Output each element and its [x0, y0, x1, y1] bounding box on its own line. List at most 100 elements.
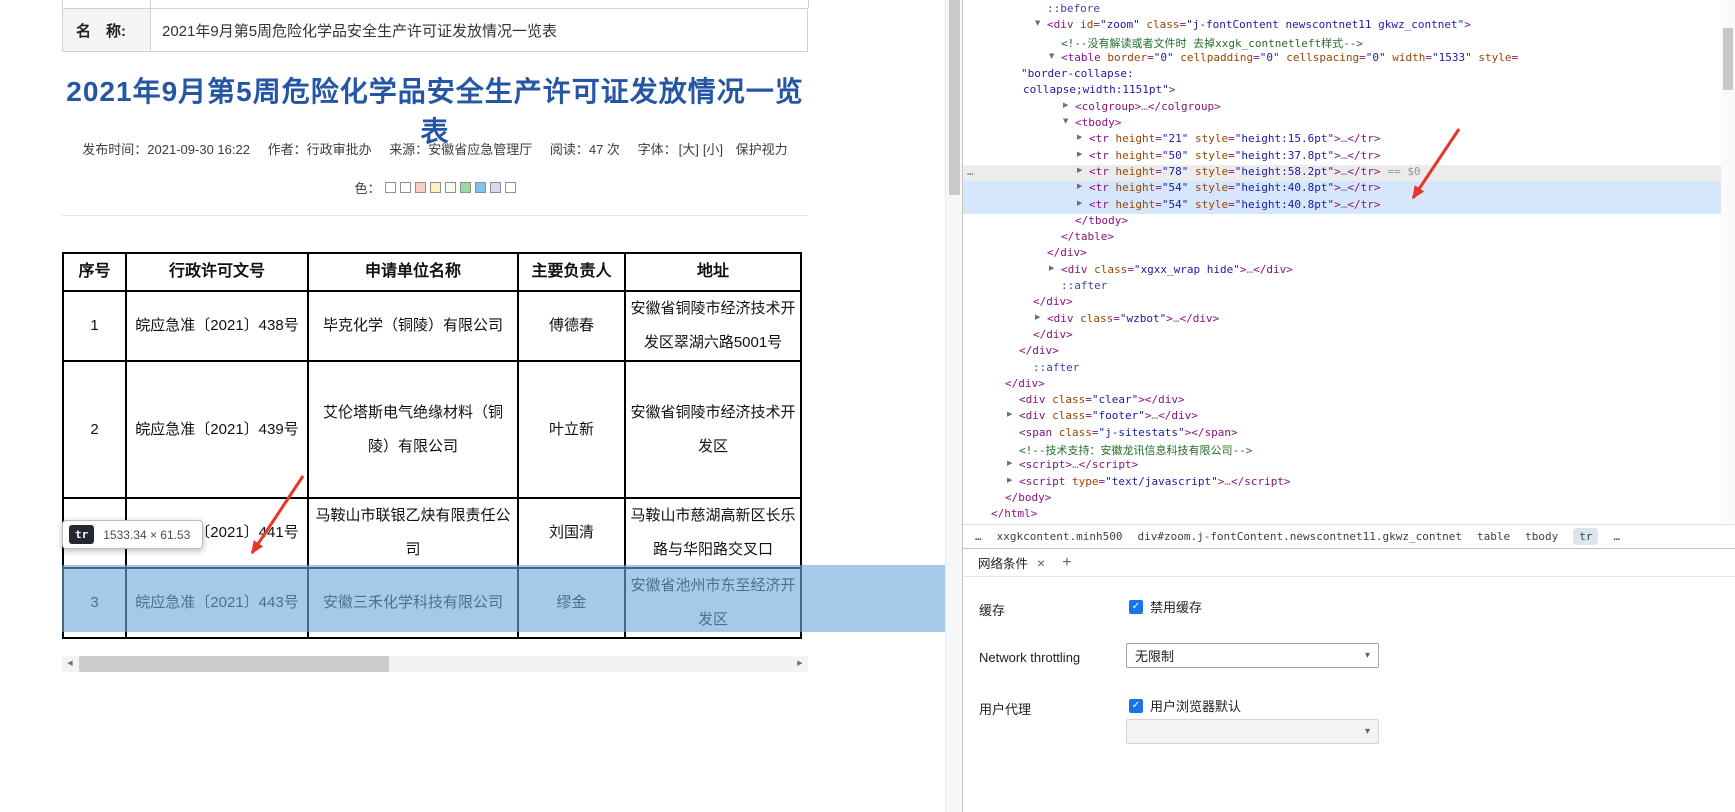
disclosure-collapsed-icon[interactable]: ▶: [1077, 182, 1082, 190]
checkbox-checked-icon[interactable]: ✓: [1129, 599, 1143, 614]
code-token: class: [1146, 18, 1180, 32]
devtools-node[interactable]: </html>: [963, 507, 1721, 523]
breadcrumb-item[interactable]: tbody: [1525, 530, 1558, 543]
color-swatch[interactable]: [414, 182, 426, 193]
add-tab-icon[interactable]: +: [1062, 554, 1071, 571]
disclosure-expanded-icon[interactable]: ▼: [1063, 117, 1068, 125]
close-icon[interactable]: ×: [1037, 556, 1045, 570]
devtools-node[interactable]: … ▶ <tr height="78" style="height:58.2pt">…: [963, 164, 1721, 182]
color-swatch[interactable]: [399, 182, 411, 193]
devtools-node[interactable]: </table>: [963, 230, 1721, 246]
devtools-node[interactable]: </div>: [963, 377, 1721, 393]
scroll-right-button[interactable]: ▶: [792, 656, 808, 672]
breadcrumb-item[interactable]: …: [1613, 530, 1620, 543]
devtools-panel: ::before ▼ <div id="zoom" class="j-fontCon…: [962, 0, 1735, 812]
devtools-scrollbar[interactable]: [1721, 0, 1735, 523]
checkbox-checked-icon[interactable]: ✓: [1129, 698, 1143, 713]
code-token: <div: [1047, 311, 1081, 325]
devtools-node[interactable]: ▶ <div class="xgxx_wrap hide">…</div>: [963, 263, 1721, 279]
code-token: class: [1052, 393, 1086, 407]
table-row: 1 皖应急准〔2021〕438号 毕克化学（铜陵）有限公司 傅德春 安徽省铜陵市经济技术…: [62, 290, 802, 362]
devtools-node[interactable]: </div>: [963, 328, 1721, 344]
color-swatch[interactable]: [384, 182, 396, 193]
breadcrumb-item[interactable]: table: [1477, 530, 1510, 543]
page-vertical-scrollbar-thumb[interactable]: [949, 0, 960, 195]
devtools-node[interactable]: <!--没有解读或者文件时 去掉xxgk_contnetleft样式-->: [963, 35, 1721, 51]
font-small-button[interactable]: [小]: [703, 142, 723, 157]
code-token: …: [1224, 474, 1231, 488]
devtools-node[interactable]: </body>: [963, 491, 1721, 507]
disclosure-collapsed-icon[interactable]: ▶: [1077, 199, 1082, 207]
breadcrumb-item[interactable]: …: [975, 530, 982, 543]
devtools-scrollbar-thumb[interactable]: [1723, 28, 1733, 90]
devtools-node[interactable]: <span class="j-sitestats"></span>: [963, 426, 1721, 442]
devtools-node[interactable]: ▶ <div class="footer">…</div>: [963, 409, 1721, 425]
disclosure-collapsed-icon[interactable]: ▶: [1007, 410, 1012, 418]
devtools-node[interactable]: ▶ <div class="wzbot">…</div>: [963, 312, 1721, 328]
devtools-node[interactable]: </div>: [963, 295, 1721, 311]
disclosure-collapsed-icon[interactable]: ▶: [1035, 313, 1040, 321]
disclosure-collapsed-icon[interactable]: ▶: [1077, 166, 1082, 174]
color-swatch[interactable]: [444, 182, 456, 193]
disclosure-collapsed-icon[interactable]: ▶: [1007, 459, 1012, 467]
disclosure-collapsed-icon[interactable]: ▶: [1049, 264, 1054, 272]
scroll-left-button[interactable]: ◀: [62, 656, 78, 672]
devtools-node[interactable]: <!--技术支持：安徽龙讯信息科技有限公司-->: [963, 442, 1721, 458]
page-vertical-scrollbar[interactable]: [945, 0, 962, 812]
breadcrumb-item[interactable]: tr: [1573, 528, 1599, 545]
devtools-node[interactable]: </div>: [963, 344, 1721, 360]
font-large-button[interactable]: [大]: [679, 142, 699, 157]
devtools-node[interactable]: "border-collapse:: [963, 67, 1721, 83]
color-swatch[interactable]: [504, 182, 516, 193]
devtools-node[interactable]: </tbody>: [963, 214, 1721, 230]
devtools-node[interactable]: ::before: [963, 2, 1721, 18]
code-token: <tr: [1089, 164, 1116, 178]
code-token: =: [1228, 181, 1235, 195]
horizontal-scrollbar[interactable]: ◀ ▶: [62, 656, 808, 672]
code-token: "height:15.6pt": [1234, 132, 1335, 146]
color-swatch[interactable]: [459, 182, 471, 193]
code-token: "1533": [1431, 50, 1472, 64]
disclosure-collapsed-icon[interactable]: ▶: [1007, 476, 1012, 484]
horizontal-scrollbar-thumb[interactable]: [79, 656, 389, 672]
disclosure-collapsed-icon[interactable]: ▶: [1063, 101, 1068, 109]
devtools-node[interactable]: ▶ <script type="text/javascript">…</scrip…: [963, 475, 1721, 491]
disable-cache-checkbox[interactable]: ✓ 禁用缓存: [1129, 597, 1202, 616]
devtools-node[interactable]: <div class="clear"></div>: [963, 393, 1721, 409]
drawer-tab-bar: 网络条件 × +: [963, 548, 1735, 577]
color-swatch[interactable]: [429, 182, 441, 193]
code-token: style: [1195, 164, 1229, 178]
code-token: style: [1195, 132, 1229, 146]
eye-protect-button[interactable]: 保护视力: [736, 142, 788, 157]
color-swatch[interactable]: [489, 182, 501, 193]
network-throttling-label: Network throttling: [979, 650, 1081, 665]
network-throttling-select[interactable]: 无限制 ▾: [1126, 643, 1379, 668]
code-token: =: [1228, 164, 1235, 178]
color-swatch[interactable]: [474, 182, 486, 193]
disclosure-expanded-icon[interactable]: ▼: [1049, 52, 1054, 60]
devtools-node[interactable]: ▼ <table border="0" cellpadding="0" cells…: [963, 51, 1721, 67]
disclosure-collapsed-icon[interactable]: ▶: [1077, 133, 1082, 141]
devtools-node[interactable]: ::after: [963, 361, 1721, 377]
breadcrumb-item[interactable]: div#zoom.j-fontContent.newscontnet11.gkw…: [1137, 530, 1462, 543]
devtools-node[interactable]: ▶ <tr height="50" style="height:37.8pt">……: [963, 149, 1721, 165]
breadcrumb-item[interactable]: xxgkcontent.minh500: [997, 530, 1123, 543]
devtools-node[interactable]: ▼ <tbody>: [963, 116, 1721, 132]
tab-network-conditions[interactable]: 网络条件 ×: [963, 549, 1055, 576]
disclosure-collapsed-icon[interactable]: ▶: [1077, 150, 1082, 158]
devtools-node[interactable]: ▶ <tr height="54" style="height:40.8pt">……: [963, 197, 1721, 214]
devtools-node[interactable]: collapse;width:1151pt">: [963, 83, 1721, 99]
devtools-node[interactable]: ▶ <tr height="21" style="height:15.6pt">……: [963, 132, 1721, 148]
devtools-node[interactable]: ▼ <div id="zoom" class="j-fontContent new…: [963, 18, 1721, 34]
webpage-pane: 名 称: 2021年9月第5周危险化学品安全生产许可证发放情况一览表 2021年…: [0, 0, 945, 812]
devtools-node[interactable]: ▶ <script>…</script>: [963, 458, 1721, 474]
devtools-node[interactable]: </div>: [963, 246, 1721, 262]
gutter-menu-icon[interactable]: …: [967, 165, 974, 178]
code-token: "clear": [1091, 393, 1139, 407]
ua-default-checkbox[interactable]: ✓ 用户浏览器默认: [1129, 696, 1241, 715]
disclosure-expanded-icon[interactable]: ▼: [1035, 19, 1040, 27]
devtools-node[interactable]: ▶ <colgroup>…</colgroup>: [963, 100, 1721, 116]
table-cell: 艾伦塔斯电气绝缘材料（铜陵）有限公司: [307, 360, 519, 499]
devtools-node[interactable]: ::after: [963, 279, 1721, 295]
devtools-node[interactable]: ▶ <tr height="54" style="height:40.8pt">……: [963, 181, 1721, 198]
